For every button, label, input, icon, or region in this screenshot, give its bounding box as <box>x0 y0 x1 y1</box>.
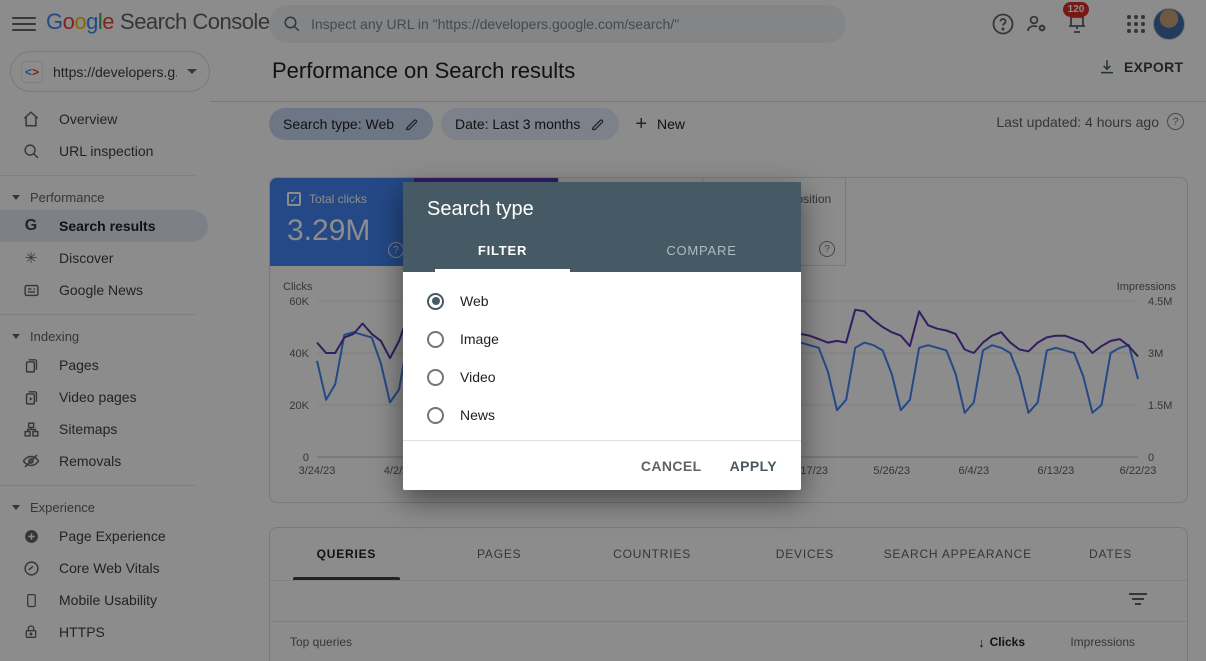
radio-icon <box>427 331 444 348</box>
search-console-app: GoogleSearch Console 120 <> https://deve… <box>0 0 1206 661</box>
dialog-title: Search type <box>427 198 534 221</box>
radio-option-video[interactable]: Video <box>403 358 801 396</box>
radio-icon <box>427 407 444 424</box>
option-label: Web <box>460 293 489 309</box>
radio-option-web[interactable]: Web <box>403 282 801 320</box>
dialog-footer: CANCEL APPLY <box>403 440 801 490</box>
dialog-body: Web Image Video News <box>403 272 801 440</box>
option-label: Image <box>460 331 499 347</box>
search-type-dialog: Search type FILTER COMPARE Web Image Vid… <box>403 182 801 490</box>
radio-option-image[interactable]: Image <box>403 320 801 358</box>
tab-compare[interactable]: COMPARE <box>602 236 801 272</box>
tab-filter[interactable]: FILTER <box>403 236 602 272</box>
dialog-header: Search type FILTER COMPARE <box>403 182 801 272</box>
option-label: News <box>460 407 495 423</box>
cancel-button[interactable]: CANCEL <box>641 458 702 474</box>
option-label: Video <box>460 369 496 385</box>
apply-button[interactable]: APPLY <box>730 458 777 474</box>
dialog-tabs: FILTER COMPARE <box>403 236 801 272</box>
radio-selected-icon <box>427 293 444 310</box>
radio-icon <box>427 369 444 386</box>
radio-option-news[interactable]: News <box>403 396 801 434</box>
